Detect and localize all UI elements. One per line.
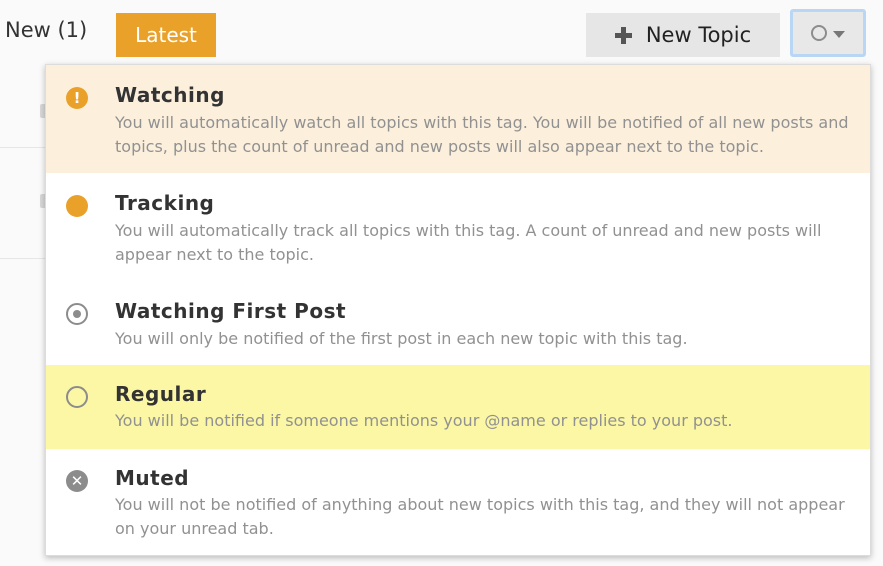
menu-item-tracking[interactable]: Tracking You will automatically track al… — [46, 173, 870, 281]
notification-level-menu: ! Watching You will automatically watch … — [45, 64, 871, 556]
menu-item-description: You will automatically track all topics … — [115, 221, 822, 264]
menu-item-watching[interactable]: ! Watching You will automatically watch … — [46, 65, 870, 173]
menu-item-title: Watching First Post — [115, 299, 347, 323]
caret-down-icon — [833, 30, 845, 38]
notification-level-button[interactable] — [790, 9, 866, 57]
new-topic-button[interactable]: New Topic — [586, 13, 780, 57]
page: New (1) Latest New Topic ! Watching You … — [0, 0, 883, 566]
menu-item-regular[interactable]: Regular You will be notified if someone … — [46, 365, 870, 449]
menu-item-description: You will not be notified of anything abo… — [115, 495, 845, 538]
plus-icon — [614, 26, 632, 44]
menu-item-title: Tracking — [115, 191, 215, 215]
circle-outline-icon — [66, 386, 88, 408]
menu-item-title: Watching — [115, 83, 225, 107]
circle-outline-icon — [811, 25, 827, 41]
menu-item-muted[interactable]: ✕ Muted You will not be notified of anyt… — [46, 449, 870, 555]
menu-item-description: You will only be notified of the first p… — [115, 329, 688, 348]
nav-new-link[interactable]: New (1) — [5, 18, 87, 42]
menu-item-description: You will be notified if someone mentions… — [115, 411, 733, 430]
exclamation-circle-icon: ! — [66, 87, 88, 109]
menu-item-watching-first-post[interactable]: Watching First Post You will only be not… — [46, 281, 870, 365]
filled-circle-icon — [66, 195, 88, 217]
times-circle-icon: ✕ — [66, 470, 88, 492]
menu-item-description: You will automatically watch all topics … — [115, 113, 849, 156]
dot-circle-icon — [66, 303, 88, 325]
nav-latest-tab[interactable]: Latest — [116, 13, 216, 57]
menu-item-title: Regular — [115, 382, 207, 406]
menu-item-title: Muted — [115, 466, 190, 490]
new-topic-label: New Topic — [645, 23, 752, 47]
